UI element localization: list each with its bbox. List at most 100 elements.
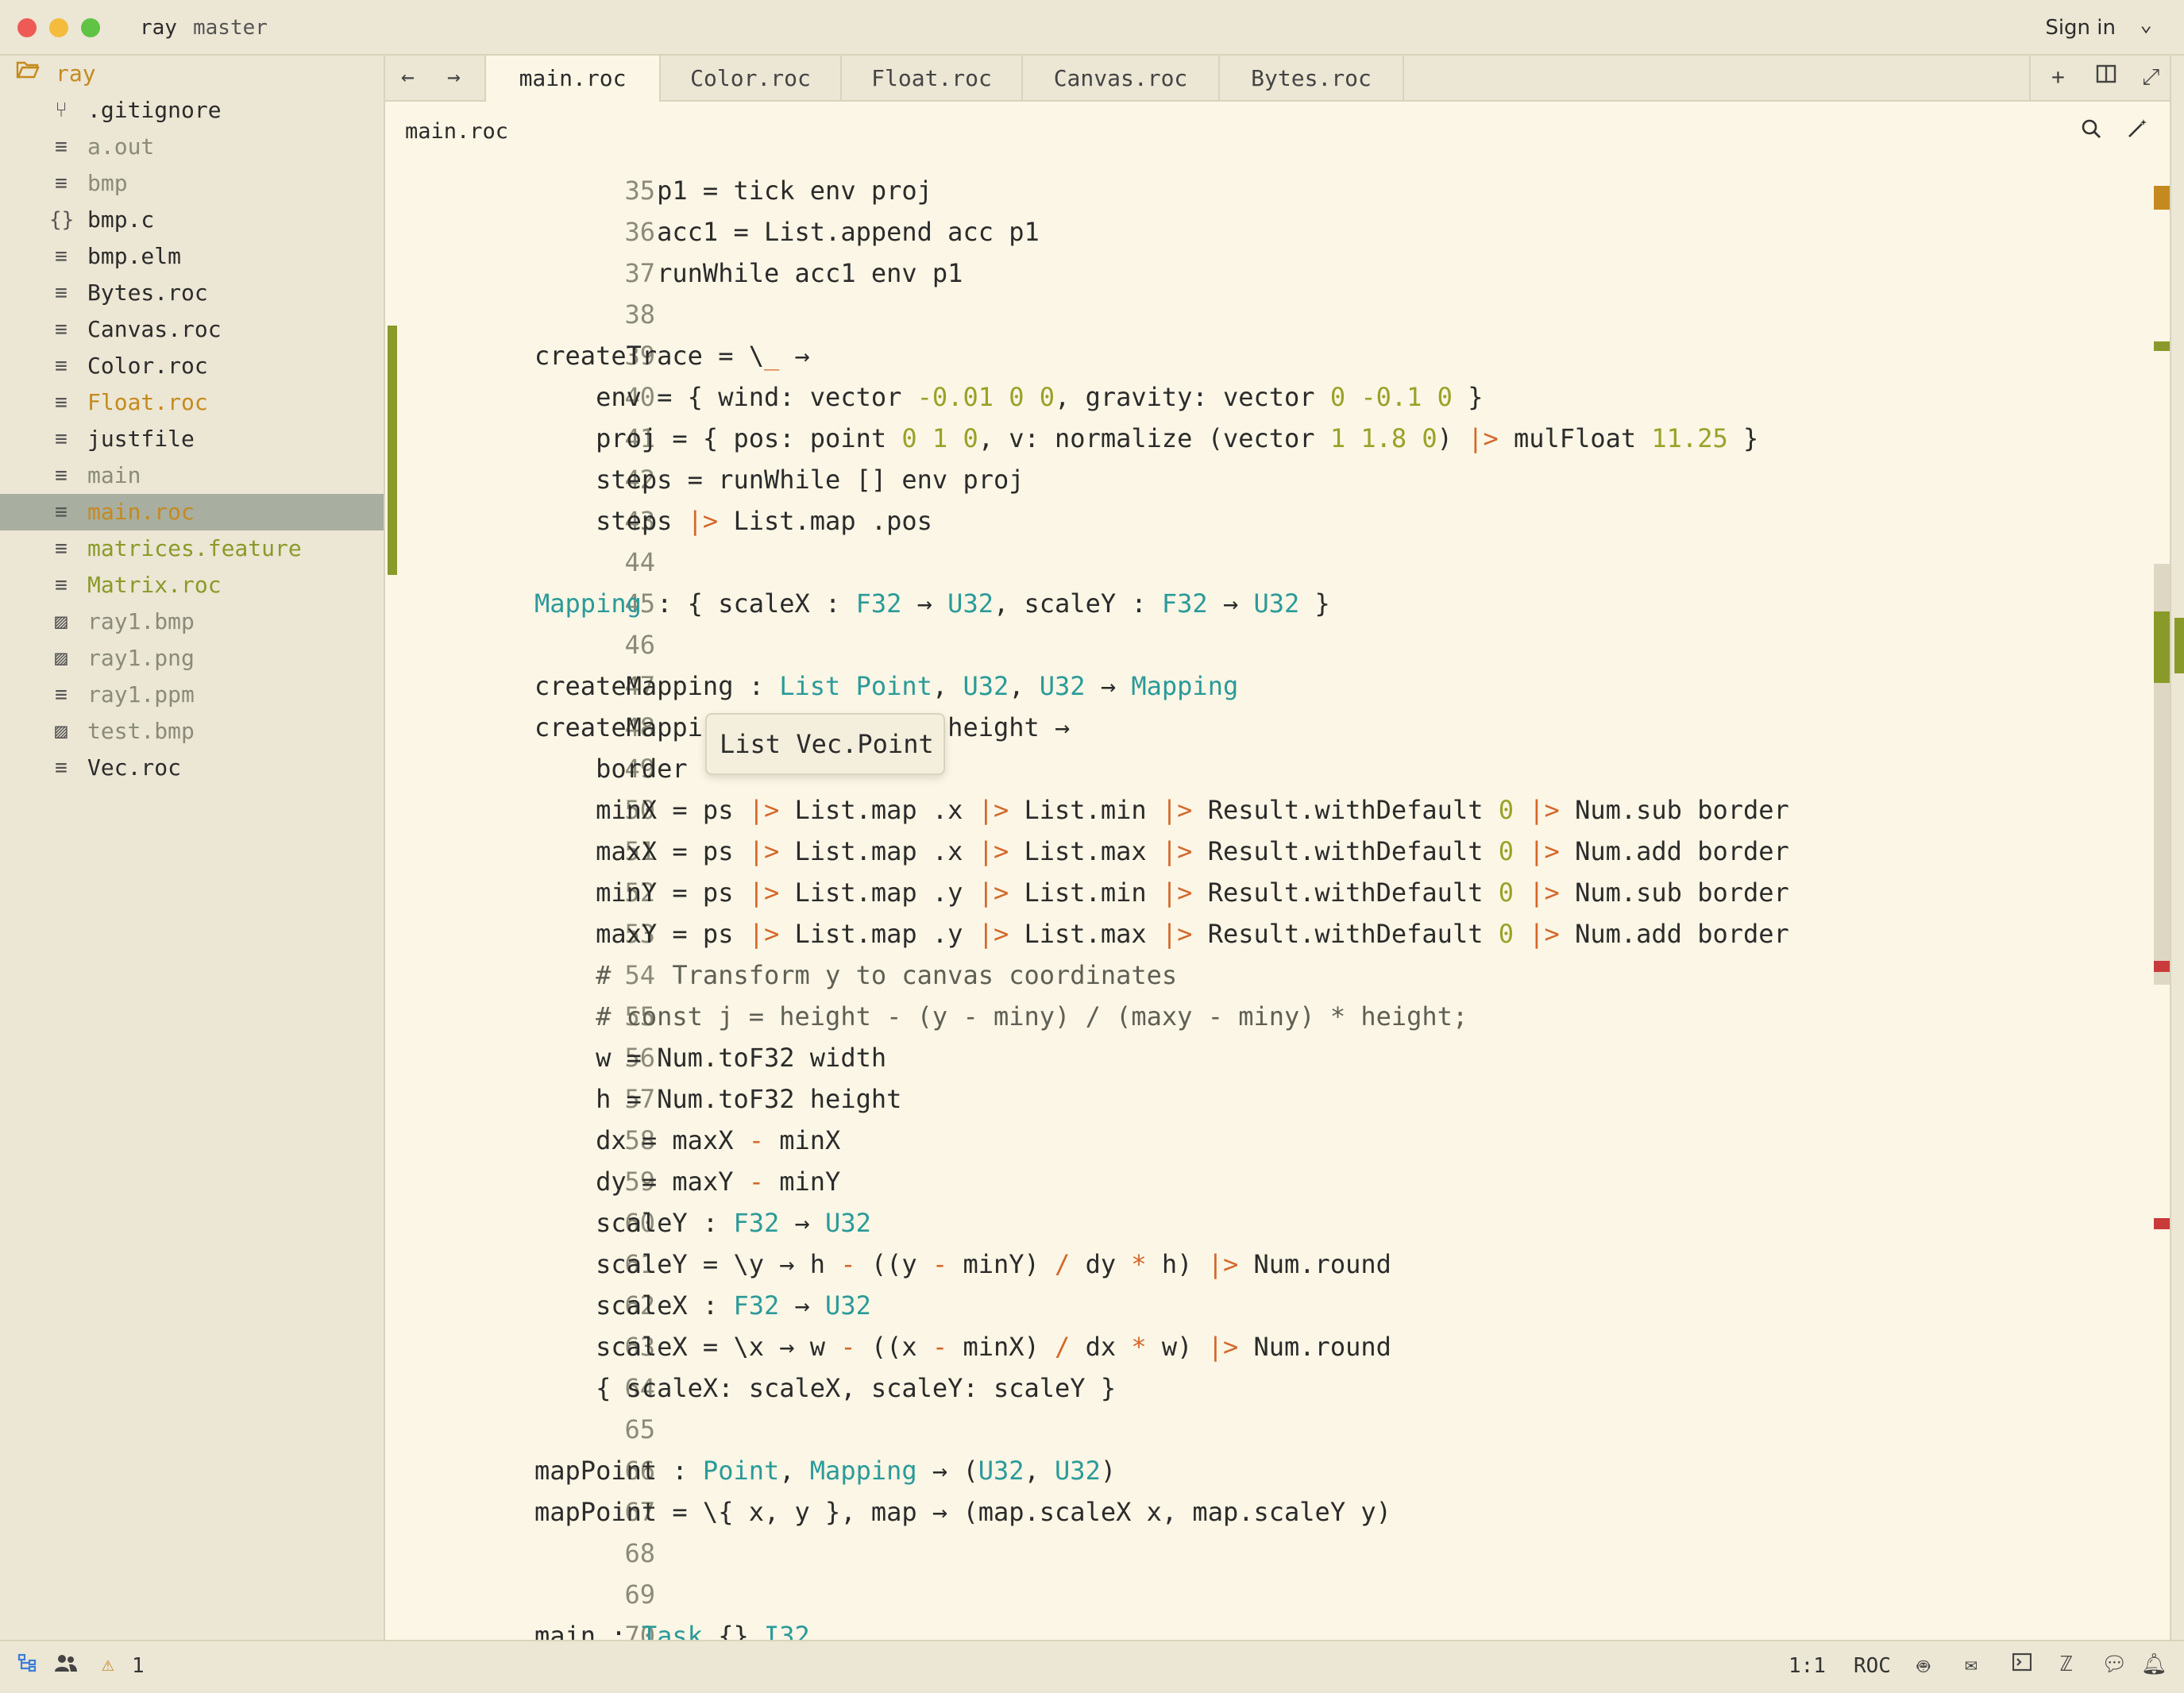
code-line[interactable]: 45 Mapping : { scaleX : F32 → U32, scaleY… [385,583,2148,624]
code-token: : { scaleX : [641,588,856,619]
code-line[interactable]: 41 proj = { pos: point 0 1 0, v: normali… [385,418,2148,459]
code-line[interactable]: 51 maxX = ps |> List.map .x |> List.max … [385,831,2148,872]
code-line[interactable]: 35 p1 = tick env proj [385,170,2148,211]
collaborators-icon[interactable] [54,1653,78,1679]
warning-icon[interactable]: ⚠ [102,1653,114,1676]
code-line[interactable]: 55 # const j = height - (y - miny) / (ma… [385,996,2148,1037]
code-line[interactable]: 38 [385,294,2148,335]
code-line[interactable]: 43 steps |> List.map .pos [385,500,2148,542]
code-line[interactable]: 49 border [385,748,2148,789]
language-selector[interactable]: ROC [1854,1654,1891,1678]
code-line[interactable]: 70 main : Task {} I32 [385,1615,2148,1640]
chat-icon[interactable]: 💬︎ [2101,1653,2128,1676]
minimize-window-button[interactable] [49,18,68,37]
code-line[interactable]: 68 [385,1533,2148,1574]
tab-float-roc[interactable]: Float.roc [842,56,1023,102]
sidebar-item[interactable]: ≡ main.roc [0,494,384,530]
close-window-button[interactable] [17,18,37,37]
sidebar-item[interactable]: ≡ Color.roc [0,348,384,384]
feedback-mail-icon[interactable]: ✉ [1965,1653,1978,1676]
tab-canvas-roc[interactable]: Canvas.roc [1023,56,1220,102]
code-line[interactable]: 48 createMappi height → [385,707,2148,748]
code-line[interactable]: 58 dx = maxX - minX [385,1120,2148,1161]
sidebar-item[interactable]: ≡ justfile [0,421,384,457]
code-line[interactable]: 69 [385,1574,2148,1615]
code-line[interactable]: 62 scaleX : F32 → U32 [385,1285,2148,1326]
sidebar-item[interactable]: {} bmp.c [0,202,384,238]
sidebar-item-label: bmp.elm [87,243,182,269]
sidebar-item[interactable]: ▨ ray1.bmp [0,604,384,640]
code-line[interactable]: 40 env = { wind: vector -0.01 0 0, gravi… [385,376,2148,418]
sidebar-item[interactable]: ≡ a.out [0,129,384,165]
project-tree-icon[interactable] [17,1653,38,1679]
code-token: 0 [1498,919,1514,949]
sign-in-button[interactable]: Sign in [2045,16,2116,40]
editor-scrollbar[interactable] [2154,162,2170,1640]
code-line[interactable]: 66 mapPoint : Point, Mapping → (U32, U32) [385,1450,2148,1491]
code-line[interactable]: 61 scaleY = \y → h - ((y - minY) / dy * … [385,1244,2148,1285]
code-line[interactable]: 44 [385,542,2148,583]
maximize-window-button[interactable] [81,18,100,37]
copilot-icon[interactable]: 🤖︎ [1917,1653,1930,1682]
code-line[interactable]: 50 minX = ps |> List.map .x |> List.min … [385,789,2148,831]
sidebar-item[interactable]: ≡ ray1.ppm [0,677,384,713]
sidebar-item[interactable]: ⑂ .gitignore [0,92,384,129]
back-arrow-icon[interactable]: ← [401,64,415,90]
code-line[interactable]: 47 createMapping : List Point, U32, U32 →… [385,665,2148,707]
magic-wand-icon[interactable] [2126,118,2148,146]
code-line[interactable]: 56 w = Num.toF32 width [385,1037,2148,1078]
code-line[interactable]: 53 maxY = ps |> List.map .y |> List.max … [385,913,2148,954]
tab-main-roc[interactable]: main.roc [484,56,661,103]
code-line[interactable]: 36 acc1 = List.append acc p1 [385,211,2148,253]
search-icon[interactable] [2080,118,2102,146]
line-number: 44 [624,547,655,577]
sidebar-root-folder[interactable]: ray [0,56,384,92]
code-line[interactable]: 42 steps = runWhile [] env proj [385,459,2148,500]
plus-icon[interactable]: + [2051,64,2065,90]
forward-arrow-icon[interactable]: → [447,64,461,90]
sidebar-item[interactable]: ≡ bmp [0,165,384,202]
branch-name[interactable]: master [193,16,268,40]
code-line[interactable]: 64 { scaleX: scaleX, scaleY: scaleY } [385,1367,2148,1409]
sidebar-item[interactable]: ≡ Matrix.roc [0,567,384,604]
code-line[interactable]: 46 [385,624,2148,665]
code-line[interactable]: 59 dy = maxY - minY [385,1161,2148,1202]
code-token: U32 [825,1208,871,1238]
terminal-icon[interactable] [2012,1653,2032,1677]
chevron-down-icon[interactable]: ⌄ [2140,13,2152,37]
sidebar-item[interactable]: ≡ matrices.feature [0,530,384,567]
sidebar-item[interactable]: ≡ Bytes.roc [0,275,384,311]
code-line[interactable]: 52 minY = ps |> List.map .y |> List.min … [385,872,2148,913]
code-line[interactable]: 65 [385,1409,2148,1450]
sidebar-item[interactable]: ≡ Canvas.roc [0,311,384,348]
breadcrumb[interactable]: main.roc [405,119,508,144]
sidebar-item[interactable]: ≡ Vec.roc [0,750,384,786]
warning-count[interactable]: 1 [132,1654,145,1678]
sidebar-item[interactable]: ≡ Float.roc [0,384,384,421]
code-line[interactable]: 63 scaleX = \x → w - ((x - minX) / dx * … [385,1326,2148,1367]
project-name[interactable]: ray [140,16,177,40]
code-line[interactable]: 67 mapPoint = \{ x, y }, map → (map.scale… [385,1491,2148,1533]
code-line[interactable]: 54 # Transform y to canvas coordinates [385,954,2148,996]
code-line[interactable]: 37 runWhile acc1 env p1 [385,253,2148,294]
sidebar-item-label: a.out [87,133,155,160]
tab-bytes-roc[interactable]: Bytes.roc [1220,56,1404,102]
code-editor[interactable]: 35 p1 = tick env proj 36 acc1 = List.appe… [385,162,2164,1640]
code-line[interactable]: 60 scaleY : F32 → U32 [385,1202,2148,1244]
sidebar-item[interactable]: ▨ test.bmp [0,713,384,750]
sidebar-item[interactable]: ≡ main [0,457,384,494]
code-token: # Transform y to canvas coordinates [534,960,1178,990]
sidebar-item[interactable]: ≡ bmp.elm [0,238,384,275]
code-line[interactable]: 39 createTrace = \_ → [385,335,2148,376]
code-token: mapPoint = \{ x, y }, map → (map.scaleX … [534,1497,1391,1527]
split-pane-icon[interactable] [2096,64,2116,90]
sidebar-item[interactable]: ▨ ray1.png [0,640,384,677]
code-line[interactable]: 57 h = Num.toF32 height [385,1078,2148,1120]
zed-ai-icon[interactable]: ℤ [2060,1653,2073,1676]
tab-color-roc[interactable]: Color.roc [661,56,842,102]
maximize-icon[interactable]: ⤢ [2142,64,2159,91]
file-lines-icon: ≡ [55,391,68,415]
notification-bell-icon[interactable]: 🔔︎ [2141,1653,2167,1676]
cursor-position[interactable]: 1:1 [1788,1654,1826,1678]
